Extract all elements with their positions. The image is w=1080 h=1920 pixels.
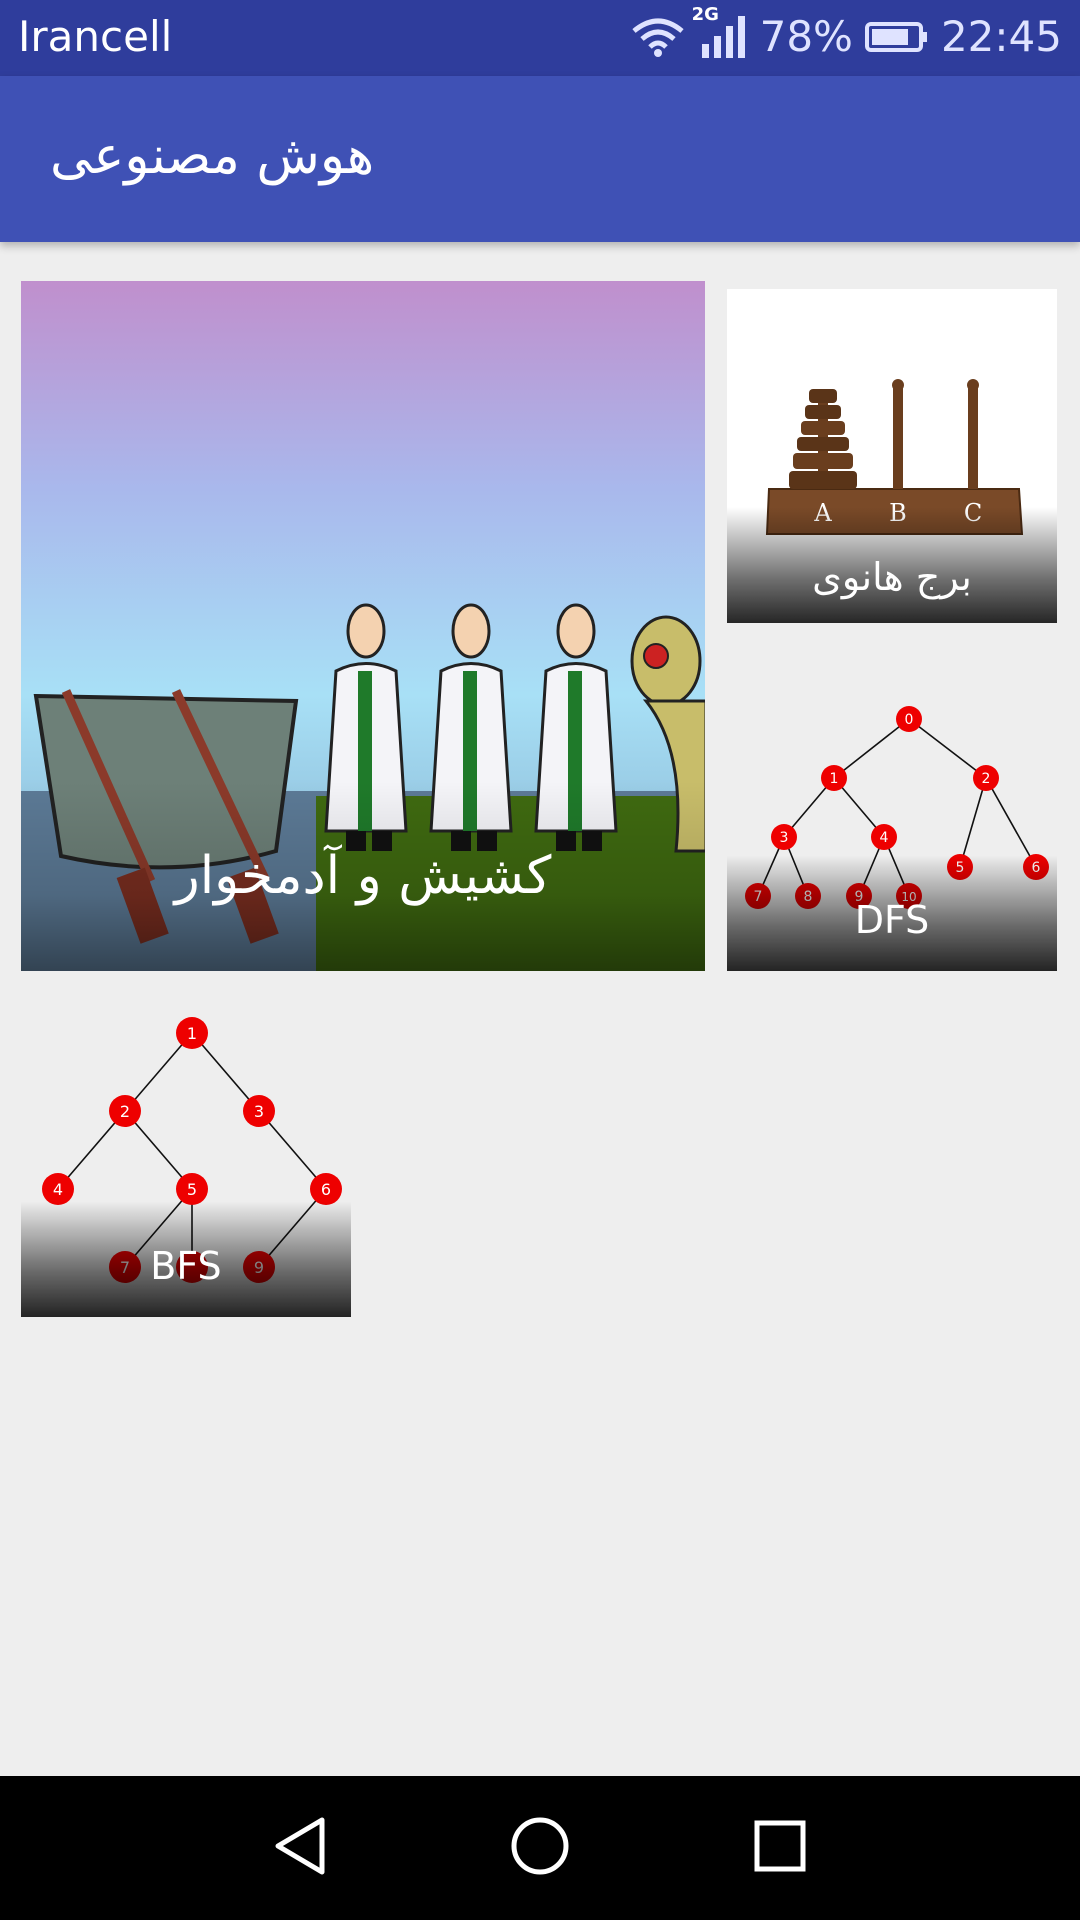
bfs-node: 1 (187, 1024, 197, 1043)
back-button[interactable] (228, 1776, 372, 1920)
battery-icon (864, 20, 929, 54)
tile-dfs[interactable]: 0 1 2 3 4 5 6 7 8 9 10 DFS (727, 656, 1057, 971)
dfs-node: 3 (780, 830, 789, 846)
tile-tower-of-hanoi[interactable]: A B C برج هانوی (727, 289, 1057, 623)
back-icon (272, 1816, 328, 1880)
recents-icon (753, 1819, 807, 1877)
bfs-node: 4 (53, 1180, 63, 1199)
tile-missionaries-cannibals[interactable]: کشیش و آدمخوار (21, 281, 705, 971)
status-icons: 2G 78% 22:45 (630, 4, 1062, 61)
clock: 22:45 (940, 12, 1062, 61)
bfs-node: 3 (254, 1102, 264, 1121)
tile-caption: برج هانوی (727, 507, 1057, 623)
page-title: هوش مصنوعی (50, 126, 375, 186)
recents-button[interactable] (708, 1776, 852, 1920)
app-bar: هوش مصنوعی (0, 76, 1080, 242)
home-button[interactable] (468, 1776, 612, 1920)
bfs-node: 5 (187, 1180, 197, 1199)
dfs-node: 1 (830, 771, 839, 787)
tile-caption: DFS (727, 855, 1057, 971)
tile-caption: کشیش و آدمخوار (21, 781, 705, 971)
carrier-name: Irancell (18, 12, 173, 61)
home-icon (510, 1816, 570, 1880)
dfs-node: 4 (880, 830, 889, 846)
bfs-node: 6 (321, 1180, 331, 1199)
signal-icon: 2G (692, 4, 748, 60)
wifi-icon (630, 17, 686, 57)
tile-bfs[interactable]: 1 2 3 4 5 6 7 9 BFS (21, 1003, 351, 1317)
bfs-node: 2 (120, 1102, 130, 1121)
dfs-node: 0 (905, 712, 914, 728)
dfs-node: 2 (982, 771, 991, 787)
navigation-bar (0, 1776, 1080, 1920)
battery-percent: 78% (759, 12, 853, 61)
tile-caption: BFS (21, 1201, 351, 1317)
status-bar: Irancell 2G 78% 22:45 (0, 0, 1080, 76)
